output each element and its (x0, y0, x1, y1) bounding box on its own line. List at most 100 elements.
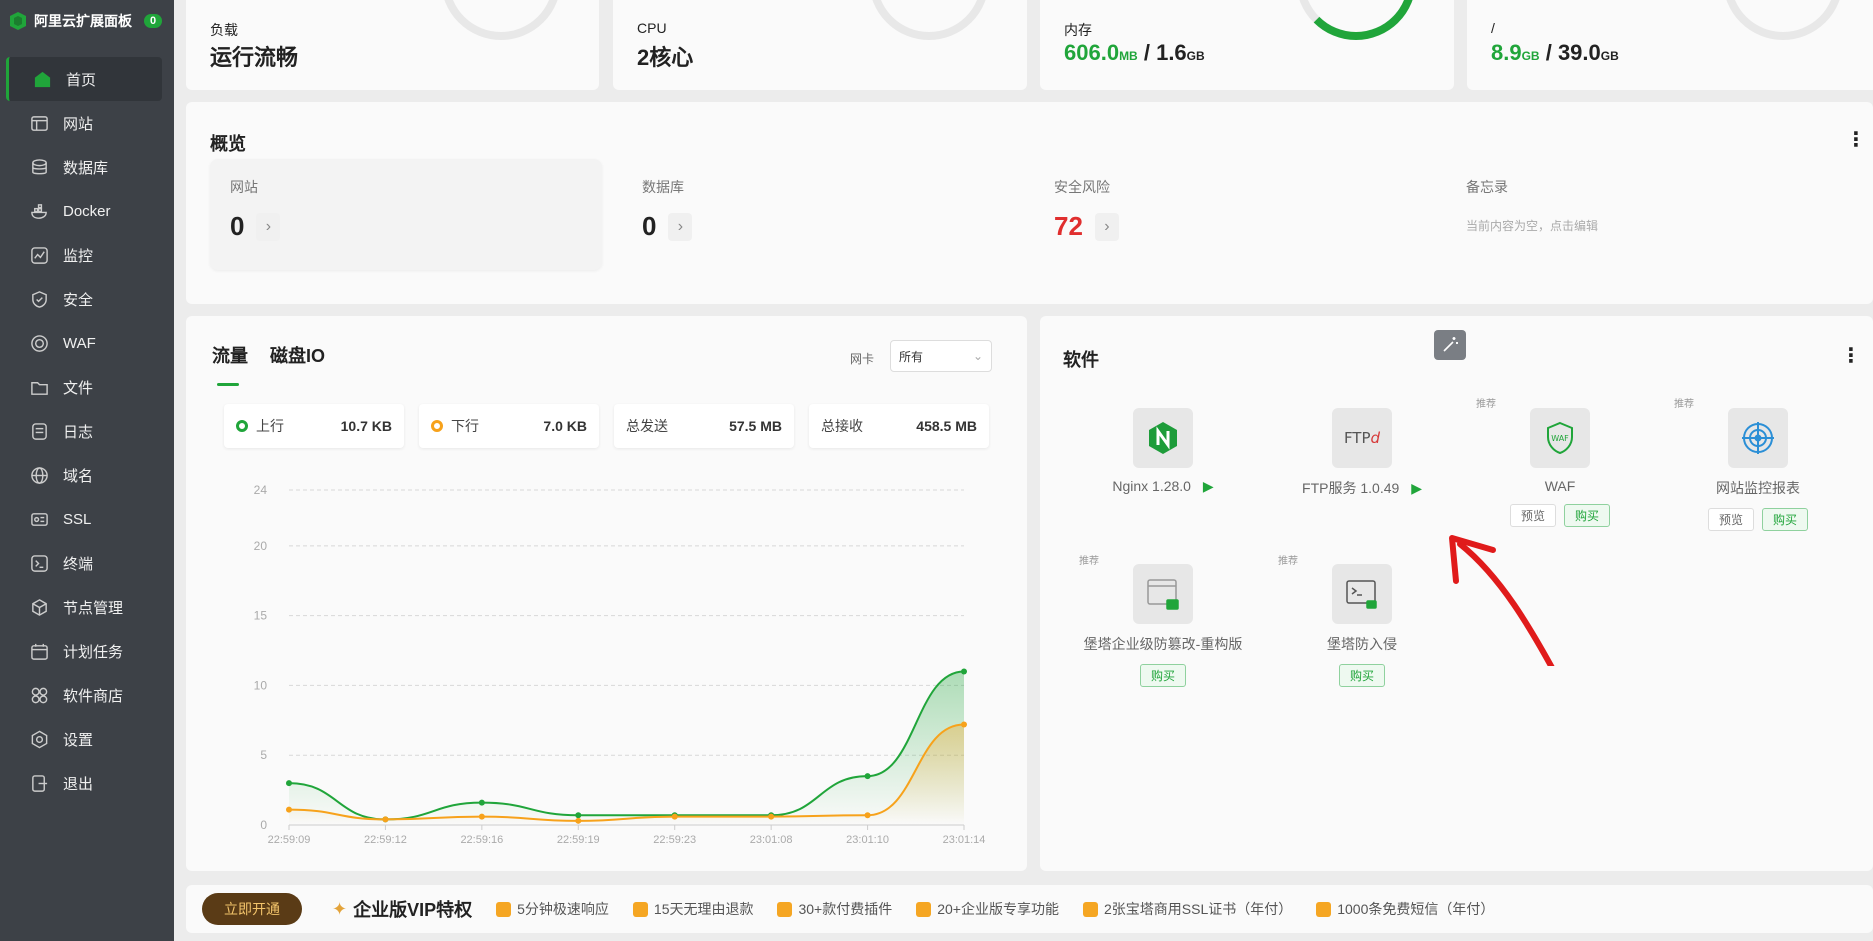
vip-perk: 30+款付费插件 (777, 899, 892, 919)
overview-memo[interactable]: 备忘录 当前内容为空，点击编辑 (1446, 159, 1838, 270)
data-point (286, 806, 292, 813)
disk-card[interactable]: / 8.9GB / 39.0GB (1467, 0, 1873, 90)
chevron-down-icon: ⌄ (972, 349, 983, 363)
nic-select-value: 所有 (899, 349, 924, 364)
y-tick-label: 10 (254, 678, 268, 692)
overview-risk[interactable]: 安全风险 72 › (1034, 159, 1426, 270)
overview-site-label: 网站 (230, 179, 258, 195)
sidebar-item-cron[interactable]: 计划任务 (0, 629, 174, 673)
sidebar-item-monitor[interactable]: 监控 (0, 233, 174, 277)
vip-perk: 20+企业版专享功能 (916, 899, 1059, 919)
sidebar-item-security[interactable]: 安全 (0, 277, 174, 321)
sidebar-nav: 首页 网站 数据库 Docker 监控 安全 WAF 文件 日志 域名 SSL … (0, 57, 174, 805)
buy-button[interactable]: 购买 (1564, 504, 1611, 527)
overview-memo-label: 备忘录 (1466, 179, 1508, 195)
chevron-right-icon[interactable]: › (256, 212, 281, 241)
sidebar-item-label: 退出 (63, 775, 94, 793)
x-tick-label: 22:59:23 (653, 834, 696, 846)
annotation-arrow (1449, 535, 1555, 666)
software-ftp-name: FTP服务 1.0.49 (1302, 480, 1400, 496)
y-tick-label: 15 (254, 609, 268, 623)
sidebar-item-label: 日志 (63, 423, 94, 441)
notification-badge[interactable]: 0 (144, 14, 163, 28)
software-card: 软件 ⋮ Nginx 1.28.0 ▶ FTPd FTP服务 1.0.49 ▶ … (1040, 316, 1873, 871)
software-tamper-proof-actions: 购买 (1063, 664, 1263, 687)
sidebar-item-docker[interactable]: Docker (0, 189, 174, 233)
software-more-icon[interactable]: ⋮ (1841, 346, 1861, 366)
sidebar-item-ssl[interactable]: SSL (0, 497, 174, 541)
software-nginx[interactable]: Nginx 1.28.0 ▶ (1063, 408, 1263, 495)
traffic-chart[interactable]: 0 5 10 15 20 24 22:59:09 22:59:12 22:59:16 22:59:… (186, 316, 1027, 871)
magic-wand-icon[interactable] (1434, 330, 1466, 360)
sidebar-item-settings[interactable]: 设置 (0, 717, 174, 761)
software-site-monitor[interactable]: 网站监控报表 预览 购买 (1658, 408, 1858, 531)
disk-label: / (1491, 20, 1495, 36)
sidebar-item-store[interactable]: 软件商店 (0, 673, 174, 717)
message-icon (1316, 901, 1332, 917)
vip-perk-text: 5分钟极速响应 (517, 901, 609, 917)
node-icon (30, 598, 49, 617)
target-icon (1728, 408, 1788, 468)
play-icon[interactable]: ▶ (1203, 478, 1214, 494)
sidebar-item-label: 文件 (63, 379, 94, 397)
disk-total: 39.0 (1557, 40, 1601, 65)
sidebar-item-domain[interactable]: 域名 (0, 453, 174, 497)
overview-risk-label: 安全风险 (1054, 179, 1110, 195)
overview-db[interactable]: 数据库 0 › (622, 159, 1014, 270)
upload-label: 上行 (256, 418, 284, 434)
nic-select[interactable]: 所有 ⌄ (890, 340, 992, 372)
lightning-icon (496, 901, 512, 917)
sidebar-item-website[interactable]: 网站 (0, 101, 174, 145)
vip-title-text: 企业版VIP特权 (353, 900, 473, 920)
tab-disk-io[interactable]: 磁盘IO (270, 342, 325, 368)
software-site-monitor-name: 网站监控报表 (1716, 480, 1800, 496)
preview-button[interactable]: 预览 (1707, 508, 1754, 531)
memory-label: 内存 (1064, 22, 1092, 38)
certificate-icon (1082, 901, 1098, 917)
sidebar-item-label: 监控 (63, 247, 94, 265)
plugin-icon (777, 901, 793, 917)
buy-button[interactable]: 购买 (1762, 508, 1809, 531)
vip-perk-text: 2张宝塔商用SSL证书（年付） (1103, 901, 1293, 917)
brand[interactable]: 阿里云扩展面板 0 (0, 0, 174, 42)
nic-label: 网卡 (850, 352, 875, 366)
overview-site-value: 0 (230, 211, 245, 241)
vip-activate-button[interactable]: 立即开通 (202, 893, 302, 925)
load-card[interactable]: 负载 运行流畅 (186, 0, 599, 90)
sidebar-item-waf[interactable]: WAF (0, 321, 174, 365)
disk-sep: / (1539, 40, 1558, 65)
overview-more-icon[interactable]: ⋮ (1846, 130, 1866, 150)
traffic-tabs: 流量 磁盘IO (212, 342, 325, 386)
sidebar-item-logout[interactable]: 退出 (0, 761, 174, 805)
sidebar-item-home[interactable]: 首页 (6, 57, 162, 101)
chevron-right-icon[interactable]: › (1094, 212, 1119, 241)
software-title: 软件 (1063, 350, 1099, 370)
sidebar-item-files[interactable]: 文件 (0, 365, 174, 409)
cpu-card[interactable]: CPU 2核心 (613, 0, 1027, 90)
sidebar-item-label: WAF (63, 334, 96, 352)
overview-site[interactable]: 网站 0 › (210, 159, 602, 270)
memory-value: 606.0MB / 1.6GB (1064, 40, 1205, 66)
data-point (864, 773, 871, 780)
data-point (575, 817, 582, 824)
sidebar-item-logs[interactable]: 日志 (0, 409, 174, 453)
data-point (768, 812, 775, 819)
chevron-right-icon[interactable]: › (668, 212, 693, 241)
memory-gauge (1296, 0, 1416, 40)
software-nginx-name-row: Nginx 1.28.0 ▶ (1063, 478, 1263, 495)
settings-icon (30, 730, 49, 749)
load-value: 运行流畅 (210, 45, 299, 70)
disk-used-unit: GB (1521, 49, 1540, 63)
buy-button[interactable]: 购买 (1338, 664, 1385, 687)
tab-traffic[interactable]: 流量 (212, 342, 248, 386)
overview-risk-row: 72 › (1054, 211, 1406, 242)
sidebar-item-database[interactable]: 数据库 (0, 145, 174, 189)
buy-button[interactable]: 购买 (1139, 664, 1186, 687)
y-tick-label: 24 (254, 483, 268, 497)
software-tamper-proof[interactable]: 堡塔企业级防篡改-重构版 购买 (1063, 564, 1263, 687)
data-point (286, 780, 292, 787)
sidebar-item-terminal[interactable]: 终端 (0, 541, 174, 585)
memory-card[interactable]: 内存 606.0MB / 1.6GB (1040, 0, 1454, 90)
sidebar-item-nodes[interactable]: 节点管理 (0, 585, 174, 629)
overview-memo-placeholder[interactable]: 当前内容为空，点击编辑 (1466, 217, 1818, 234)
